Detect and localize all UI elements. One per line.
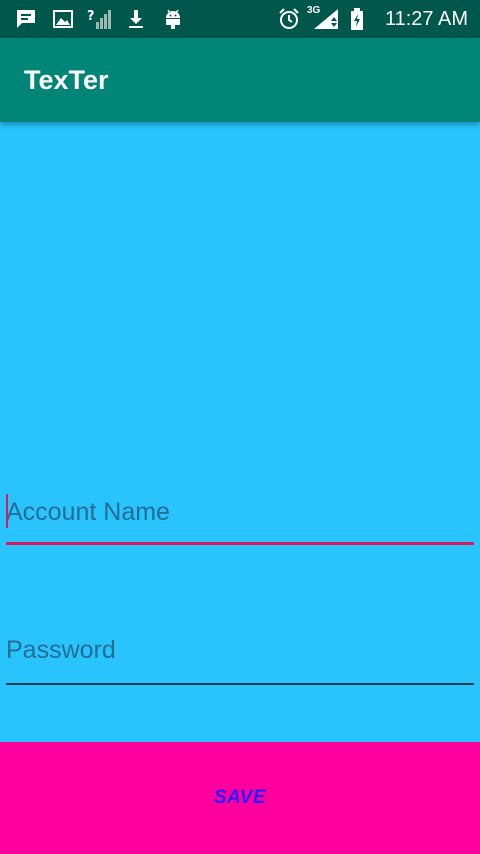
account-name-underline xyxy=(6,542,474,545)
alarm-icon xyxy=(279,8,299,29)
password-input[interactable] xyxy=(6,632,474,668)
app-bar: TexTer xyxy=(0,38,480,122)
message-icon xyxy=(17,10,35,28)
account-name-field[interactable] xyxy=(6,494,474,530)
status-bar: ? 3G 11:27 AM xyxy=(0,0,480,38)
app-title: TexTer xyxy=(24,65,109,95)
image-icon xyxy=(53,10,73,28)
save-button[interactable]: SAVE xyxy=(0,742,480,854)
text-cursor xyxy=(6,494,8,528)
svg-text:?: ? xyxy=(87,9,95,24)
status-time: 11:27 AM xyxy=(384,8,468,30)
password-field[interactable] xyxy=(6,632,474,668)
account-name-input[interactable] xyxy=(6,494,474,530)
save-button-label: SAVE xyxy=(213,787,267,808)
password-underline xyxy=(6,683,474,685)
download-icon xyxy=(129,10,143,28)
signal-icon xyxy=(314,9,338,29)
no-signal-icon: ? xyxy=(87,9,111,29)
android-icon xyxy=(166,9,180,29)
battery-charging-icon xyxy=(351,8,363,30)
